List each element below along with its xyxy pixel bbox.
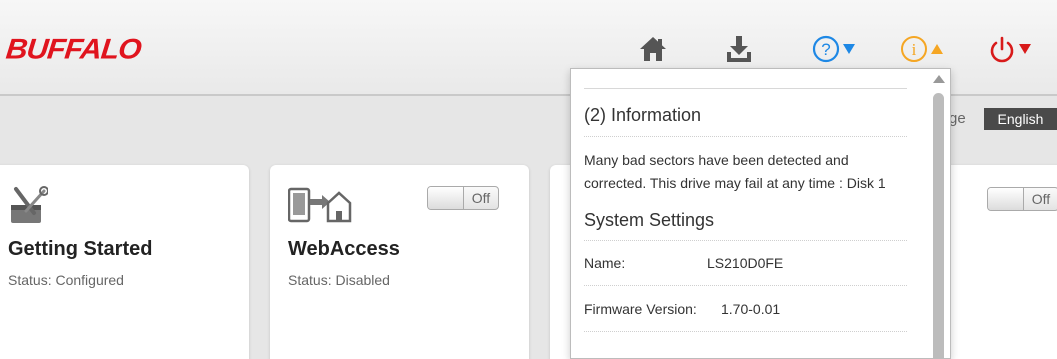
scroll-up-arrow-icon[interactable] [933, 75, 945, 83]
language-select[interactable]: English [984, 108, 1057, 130]
setting-key: Firmware Version: [584, 301, 697, 317]
divider [584, 285, 907, 286]
home-button[interactable] [638, 34, 668, 64]
info-message: Many bad sectors have been detected and … [584, 152, 886, 191]
power-menu-button[interactable] [988, 34, 1031, 64]
card-webaccess[interactable]: Off WebAccess Status: Disabled [270, 165, 529, 359]
settings-heading: System Settings [584, 210, 715, 230]
setting-row-name: Name: LS210D0FE [584, 255, 907, 271]
toggle-label: Off [1031, 191, 1051, 207]
toggle-knob [988, 188, 1024, 210]
tools-icon [8, 185, 49, 232]
setting-value: 1.70-0.01 [721, 301, 781, 317]
download-button[interactable] [724, 34, 754, 64]
setting-value: LS210D0FE [707, 255, 784, 271]
home-icon [640, 37, 666, 61]
svg-text:?: ? [821, 40, 830, 59]
brand-logo: BUFFALO [4, 33, 143, 66]
third-card-toggle[interactable]: Off [987, 187, 1057, 211]
webaccess-toggle[interactable]: Off [427, 186, 499, 210]
setting-key: Name: [584, 255, 626, 271]
toggle-label: Off [471, 190, 491, 206]
webaccess-icon [287, 185, 352, 230]
chevron-down-icon [843, 44, 855, 54]
chevron-up-icon [931, 44, 943, 54]
divider [584, 240, 907, 241]
info-icon: i [901, 36, 927, 62]
divider [584, 136, 907, 137]
scroll-thumb[interactable] [933, 93, 944, 358]
divider [584, 331, 907, 332]
toggle-knob [428, 187, 464, 209]
card-title: Getting Started [8, 238, 153, 260]
download-icon [727, 36, 751, 62]
card-status: Status: Configured [8, 272, 124, 288]
card-status: Status: Disabled [288, 272, 390, 288]
svg-text:i: i [912, 40, 917, 59]
card-getting-started[interactable]: Getting Started Status: Configured [0, 165, 249, 359]
info-menu-button[interactable]: i [900, 34, 943, 64]
panel-content: (2) Information Many bad sectors have be… [584, 69, 907, 332]
card-title: WebAccess [288, 238, 400, 260]
setting-row-firmware: Firmware Version: 1.70-0.01 [584, 301, 907, 317]
chevron-down-icon [1019, 44, 1031, 54]
divider [584, 88, 907, 89]
power-icon [990, 36, 1014, 63]
info-dropdown-panel: (2) Information Many bad sectors have be… [570, 68, 951, 359]
info-heading: (2) Information [584, 105, 702, 125]
panel-scrollbar[interactable] [928, 69, 950, 358]
help-icon: ? [812, 35, 840, 63]
help-menu-button[interactable]: ? [812, 34, 855, 64]
